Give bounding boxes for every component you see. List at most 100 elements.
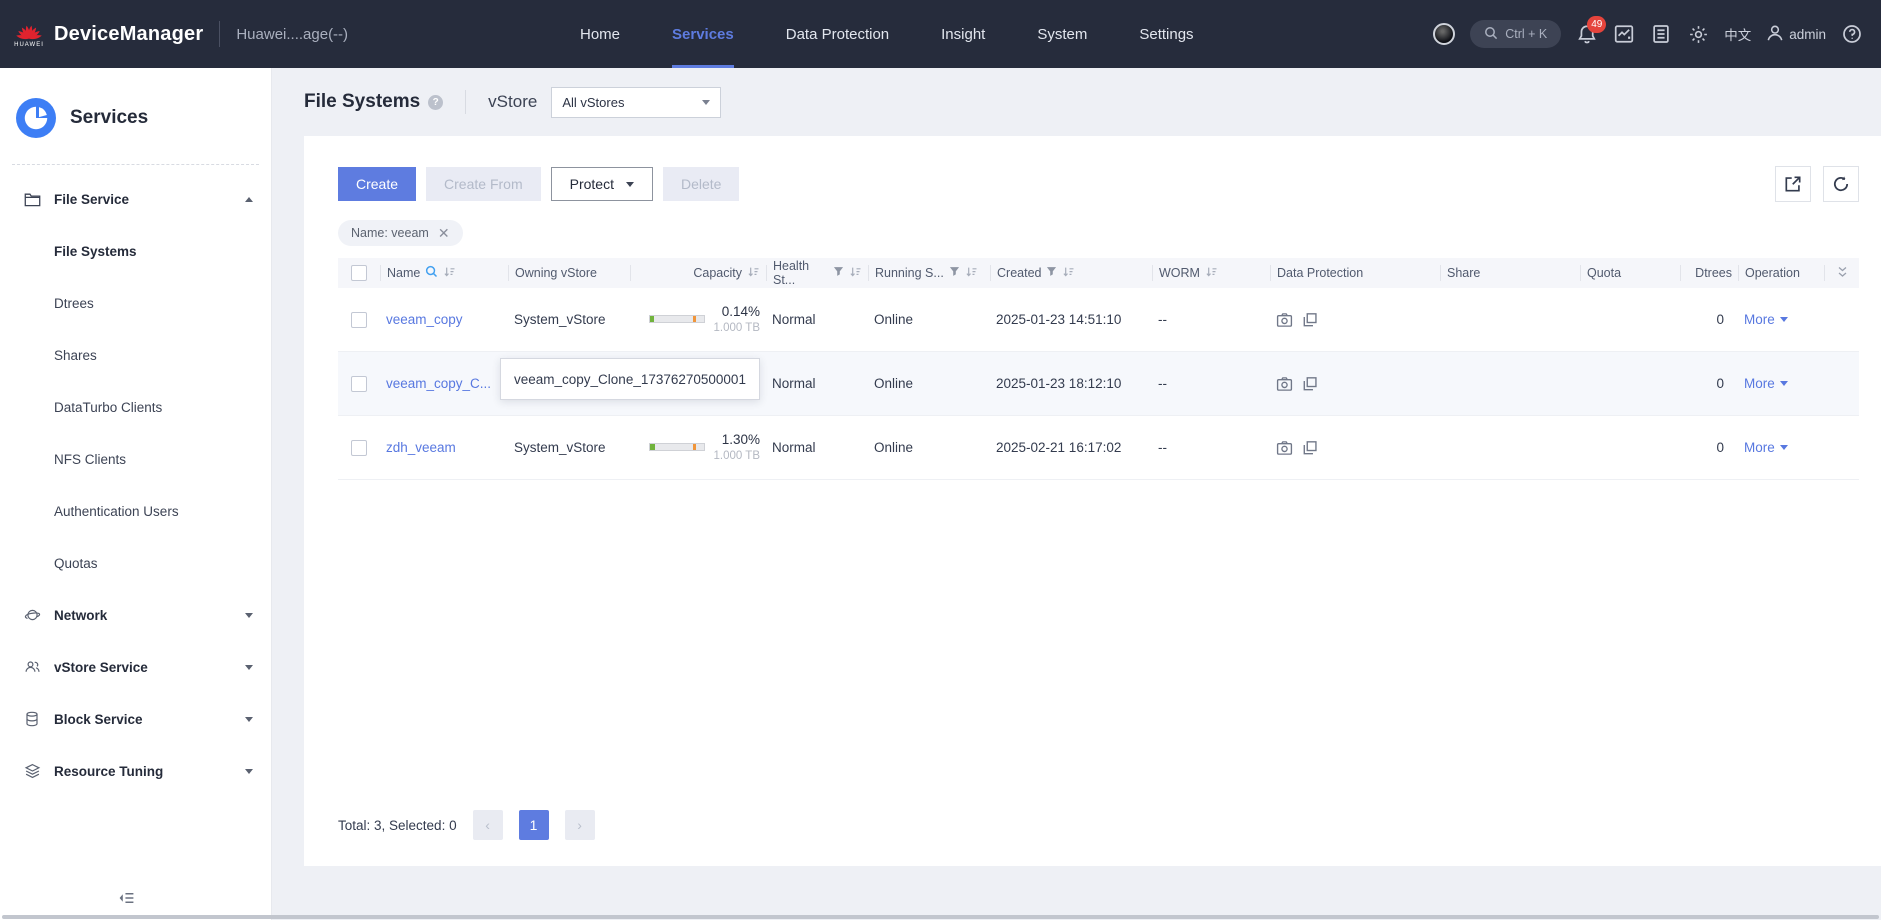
export-button[interactable] bbox=[1775, 166, 1811, 202]
nav-settings[interactable]: Settings bbox=[1139, 0, 1193, 68]
search-icon bbox=[1484, 26, 1498, 43]
clone-icon[interactable] bbox=[1302, 312, 1318, 328]
col-data-protection: Data Protection bbox=[1277, 266, 1364, 280]
notifications-button[interactable]: 49 bbox=[1576, 16, 1607, 45]
select-all-checkbox[interactable] bbox=[351, 265, 367, 281]
sidebar-item-resource-tuning[interactable]: Resource Tuning bbox=[0, 745, 271, 797]
nav-insight[interactable]: Insight bbox=[941, 0, 985, 68]
col-quota: Quota bbox=[1587, 266, 1622, 280]
filesystem-name-link[interactable]: zdh_veeam bbox=[386, 440, 456, 455]
sort-icon[interactable] bbox=[443, 266, 456, 281]
filter-icon[interactable] bbox=[1046, 266, 1057, 280]
next-page-button[interactable]: › bbox=[564, 810, 595, 840]
filesystem-name-link[interactable]: veeam_copy_C... bbox=[386, 376, 491, 391]
filter-icon[interactable] bbox=[949, 266, 960, 280]
sidebar-item-quotas[interactable]: Quotas bbox=[0, 537, 271, 589]
user-menu[interactable]: admin bbox=[1766, 24, 1826, 45]
search-shortcut: Ctrl + K bbox=[1505, 27, 1548, 41]
horizontal-scrollbar[interactable] bbox=[2, 915, 1879, 919]
capacity-sphere-icon[interactable] bbox=[1433, 23, 1456, 45]
language-switch[interactable]: 中文 bbox=[1724, 24, 1751, 44]
capacity-bar bbox=[648, 443, 705, 452]
clone-icon[interactable] bbox=[1302, 376, 1318, 392]
divider bbox=[465, 90, 467, 114]
sidebar-item-vstore-service[interactable]: vStore Service bbox=[0, 641, 271, 693]
content-card: Create Create From Protect Delete Name: … bbox=[304, 136, 1881, 866]
performance-alert-button[interactable] bbox=[1613, 23, 1635, 45]
page-number-button[interactable]: 1 bbox=[518, 810, 549, 840]
refresh-button[interactable] bbox=[1823, 166, 1859, 202]
snapshot-icon[interactable] bbox=[1276, 440, 1293, 456]
chevron-down-icon bbox=[625, 181, 634, 187]
health-status-value: Normal bbox=[772, 440, 816, 455]
snapshot-icon[interactable] bbox=[1276, 376, 1293, 392]
row-checkbox[interactable] bbox=[351, 311, 367, 328]
dtrees-value: 0 bbox=[1716, 440, 1724, 455]
divider bbox=[12, 164, 259, 165]
sidebar-item-shares[interactable]: Shares bbox=[0, 329, 271, 381]
nav-home[interactable]: Home bbox=[580, 0, 620, 68]
sidebar-item-dtrees[interactable]: Dtrees bbox=[0, 277, 271, 329]
sidebar-item-network[interactable]: Network bbox=[0, 589, 271, 641]
sort-icon[interactable] bbox=[965, 266, 978, 281]
sidebar-item-file-systems[interactable]: File Systems bbox=[0, 225, 271, 277]
filter-icon[interactable] bbox=[833, 266, 844, 280]
protect-button[interactable]: Protect bbox=[550, 167, 653, 201]
row-checkbox[interactable] bbox=[351, 439, 367, 456]
global-search[interactable]: Ctrl + K bbox=[1470, 20, 1562, 48]
sidebar-item-nfs-clients[interactable]: NFS Clients bbox=[0, 433, 271, 485]
row-checkbox[interactable] bbox=[351, 375, 367, 392]
device-name: Huawei....age(--) bbox=[236, 25, 349, 43]
running-status-value: Online bbox=[874, 376, 914, 391]
chevron-down-icon bbox=[245, 716, 253, 722]
sidebar: Services File Service File Systems Dtree… bbox=[0, 68, 272, 920]
more-button[interactable]: More bbox=[1744, 312, 1788, 327]
nav-system[interactable]: System bbox=[1037, 0, 1087, 68]
sort-icon[interactable] bbox=[849, 266, 862, 281]
sidebar-collapse-button[interactable] bbox=[118, 891, 135, 910]
column-search-icon[interactable] bbox=[425, 265, 438, 281]
nav-data-protection[interactable]: Data Protection bbox=[786, 0, 889, 68]
sidebar-item-block-service[interactable]: Block Service bbox=[0, 693, 271, 745]
table-row: zdh_veeam System_vStore 1.30% 1.000 TB No… bbox=[338, 416, 1859, 480]
vstore-select[interactable]: All vStores bbox=[551, 86, 722, 118]
sidebar-item-dataturbo-clients[interactable]: DataTurbo Clients bbox=[0, 381, 271, 433]
notification-badge: 49 bbox=[1587, 16, 1607, 33]
sidebar-item-authentication-users[interactable]: Authentication Users bbox=[0, 485, 271, 537]
delete-button[interactable]: Delete bbox=[662, 167, 740, 201]
sort-icon[interactable] bbox=[747, 266, 760, 281]
col-running-status: Running S... bbox=[875, 266, 944, 280]
health-status-value: Normal bbox=[772, 376, 816, 391]
clone-icon[interactable] bbox=[1302, 440, 1318, 456]
table-row: veeam_copy System_vStore 0.14% 1.000 TB N… bbox=[338, 288, 1859, 352]
sort-icon[interactable] bbox=[1062, 266, 1075, 281]
network-icon bbox=[24, 607, 41, 623]
filter-tag-close-icon[interactable]: ✕ bbox=[438, 225, 450, 242]
create-button[interactable]: Create bbox=[338, 167, 417, 201]
create-from-button[interactable]: Create From bbox=[426, 167, 541, 201]
nav-services[interactable]: Services bbox=[672, 0, 734, 68]
settings-gear-button[interactable] bbox=[1687, 23, 1709, 45]
capacity-cell: 0.14% 1.000 TB bbox=[636, 303, 760, 335]
logs-button[interactable] bbox=[1650, 23, 1672, 45]
prev-page-button[interactable]: ‹ bbox=[472, 810, 503, 840]
more-button[interactable]: More bbox=[1744, 440, 1788, 455]
layers-icon bbox=[24, 763, 41, 779]
sidebar-item-file-service[interactable]: File Service bbox=[0, 173, 271, 225]
col-created: Created bbox=[997, 266, 1042, 280]
chevron-down-icon bbox=[245, 768, 253, 774]
snapshot-icon[interactable] bbox=[1276, 312, 1293, 328]
more-button[interactable]: More bbox=[1744, 376, 1788, 391]
created-value: 2025-02-21 16:17:02 bbox=[996, 440, 1122, 455]
vstore-label: vStore bbox=[488, 92, 538, 111]
services-pie-icon bbox=[16, 98, 56, 138]
help-button[interactable] bbox=[1841, 23, 1863, 45]
sort-icon[interactable] bbox=[1205, 266, 1218, 281]
folder-icon bbox=[24, 192, 41, 207]
filesystem-name-link[interactable]: veeam_copy bbox=[386, 312, 463, 327]
col-dtrees: Dtrees bbox=[1695, 266, 1732, 280]
col-share: Share bbox=[1447, 266, 1481, 280]
name-tooltip: veeam_copy_Clone_17376270500001 bbox=[500, 358, 760, 400]
column-settings-icon[interactable] bbox=[1837, 266, 1848, 281]
page-help-icon[interactable]: ? bbox=[428, 94, 444, 110]
